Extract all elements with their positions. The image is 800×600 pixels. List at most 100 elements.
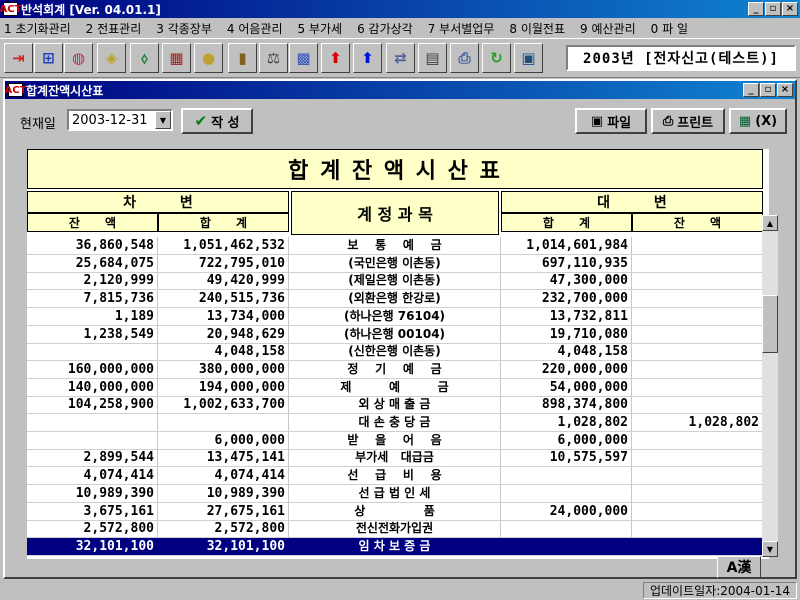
coin-icon[interactable]: ●: [194, 43, 223, 73]
table-row[interactable]: 104,258,900 1,002,633,700 외 상 매 출 금 898,374…: [27, 396, 769, 415]
app-title: 반석회계 [Ver. 04.01.1]: [21, 2, 161, 17]
scroll-down-arrow-icon[interactable]: ▼: [762, 541, 778, 557]
account-name-cell: 부가세 대급금: [289, 449, 501, 467]
refresh-icon[interactable]: ↻: [482, 43, 511, 73]
credit-total-cell: 10,575,597: [501, 449, 632, 467]
calculator-icon[interactable]: ▤: [418, 43, 447, 73]
child-close-button[interactable]: ×: [777, 83, 793, 97]
minimize-button[interactable]: _: [748, 2, 764, 16]
debit-total-header: 합 계: [158, 213, 289, 232]
menu-item-9[interactable]: 9 예산관리: [580, 20, 636, 37]
print-button[interactable]: ⎙ 프린트: [651, 108, 725, 134]
table-row[interactable]: 1,238,549 20,948,629 (하나은행 00104) 19,710,08…: [27, 325, 769, 344]
menu-item-3[interactable]: 3 각종장부: [156, 20, 212, 37]
credit-balance-cell: [632, 396, 763, 414]
debit-total-cell: 722,795,010: [158, 254, 289, 272]
credit-balance-cell: 1,028,802: [632, 414, 763, 431]
report-icon[interactable]: ▣: [514, 43, 543, 73]
table-row[interactable]: 160,000,000 380,000,000 정 기 예 금 220,000,000: [27, 360, 769, 379]
scale-icon[interactable]: ⚖: [259, 43, 288, 73]
menu-item-7[interactable]: 7 부서별업무: [428, 20, 495, 37]
exit-icon: ▦: [738, 113, 752, 129]
table-row[interactable]: 140,000,000 194,000,000 제 예 금 54,000,000: [27, 378, 769, 397]
table-row[interactable]: 36,860,548 1,051,462,532 보 통 예 금 1,014,601,…: [27, 237, 769, 255]
table-row[interactable]: 2,120,999 49,420,999 (제일은행 이촌동) 47,300,000: [27, 272, 769, 291]
account-name-cell: 대 손 충 당 금: [289, 414, 501, 431]
debit-total-cell: 1,002,633,700: [158, 396, 289, 414]
grid-icon[interactable]: ▩: [289, 43, 318, 73]
scroll-thumb[interactable]: [762, 295, 778, 353]
debit-balance-cell: 4,074,414: [27, 467, 158, 485]
book-icon[interactable]: ▮: [228, 43, 257, 73]
globe-icon[interactable]: ◍: [64, 43, 93, 73]
hanja-toggle-button[interactable]: A漢: [717, 556, 761, 578]
table-row[interactable]: 2,899,544 13,475,141 부가세 대급금 10,575,597: [27, 449, 769, 468]
debit-total-cell: 32,101,100: [158, 537, 289, 555]
table-row[interactable]: 대 손 충 당 금 1,028,802 1,028,802: [27, 414, 769, 432]
app-titlebar: ACT 반석회계 [Ver. 04.01.1] _ ▫ ×: [0, 0, 800, 18]
trial-balance-grid: 합 계 잔 액 시 산 표 차 변 잔 액 합 계 계 정 과 목 대 변 합 …: [27, 149, 769, 559]
menu-item-1[interactable]: 1 초기화관리: [4, 20, 71, 37]
child-minimize-button[interactable]: _: [743, 83, 759, 97]
menu-item-8[interactable]: 8 이월전표: [509, 20, 565, 37]
menu-item-2[interactable]: 2 전표관리: [86, 20, 142, 37]
printer-icon[interactable]: ⎙: [450, 43, 479, 73]
credit-balance-cell: [632, 360, 763, 378]
write-button[interactable]: ✔ 작 성: [181, 108, 253, 134]
fiscal-year-display: 2003년 [전자신고(테스트)]: [566, 45, 796, 71]
arrow-up-red-icon[interactable]: ⬆: [321, 43, 350, 73]
account-name-cell: (제일은행 이촌동): [289, 272, 501, 290]
table-row[interactable]: 10,989,390 10,989,390 선 급 법 인 세: [27, 484, 769, 503]
chevron-down-icon[interactable]: ▼: [155, 111, 171, 129]
scroll-up-arrow-icon[interactable]: ▲: [762, 215, 778, 231]
account-name-cell: 외 상 매 출 금: [289, 396, 501, 414]
table-row[interactable]: 2,572,800 2,572,800 전신전화가입권: [27, 520, 769, 539]
menu-item-6[interactable]: 6 감가상각: [357, 20, 413, 37]
exit-button[interactable]: ▦ (X): [729, 108, 787, 134]
menu-item-10[interactable]: 0 파 일: [651, 20, 688, 37]
menu-item-5[interactable]: 5 부가세: [298, 20, 343, 37]
credit-balance-cell: [632, 307, 763, 325]
date-select[interactable]: 2003-12-31 ▼: [67, 109, 173, 131]
debit-balance-cell: [27, 414, 158, 431]
menu-item-4[interactable]: 4 어음관리: [227, 20, 283, 37]
account-name-cell: 선 급 법 인 세: [289, 484, 501, 502]
debit-balance-cell: 36,860,548: [27, 237, 158, 254]
restore-button[interactable]: ▫: [765, 2, 781, 16]
coupon-icon[interactable]: ◈: [97, 43, 126, 73]
vertical-scrollbar[interactable]: ▲ ▼: [762, 215, 778, 557]
arrow-up-blue-icon[interactable]: ⬆: [353, 43, 382, 73]
file-button[interactable]: ▣ 파일: [575, 108, 647, 134]
debit-total-cell: 1,051,462,532: [158, 237, 289, 254]
child-title: 합계잔액시산표: [26, 83, 104, 98]
child-restore-button[interactable]: ▫: [760, 83, 776, 97]
checkmark-icon: ✔: [194, 112, 208, 130]
abacus-icon[interactable]: ▦: [162, 43, 191, 73]
tag-icon[interactable]: ⬨: [130, 43, 159, 73]
credit-total-cell: 697,110,935: [501, 254, 632, 272]
table-row[interactable]: 4,048,158 (신한은행 이촌동) 4,048,158: [27, 343, 769, 362]
debit-total-cell: 49,420,999: [158, 272, 289, 290]
account-name-cell: (하나은행 00104): [289, 325, 501, 343]
credit-balance-cell: [632, 467, 763, 485]
convert-icon[interactable]: ⇄: [386, 43, 415, 73]
credit-total-cell: 220,000,000: [501, 360, 632, 378]
table-row[interactable]: 6,000,000 받 을 어 음 6,000,000: [27, 431, 769, 450]
debit-balance-cell: 160,000,000: [27, 360, 158, 378]
table-row[interactable]: 25,684,075 722,795,010 (국민은행 이촌동) 697,110,9…: [27, 254, 769, 273]
table-row[interactable]: 3,675,161 27,675,161 상 품 24,000,000: [27, 502, 769, 521]
table-row[interactable]: 4,074,414 4,074,414 선 급 비 용: [27, 467, 769, 486]
debit-balance-cell: 2,899,544: [27, 449, 158, 467]
tree-icon[interactable]: ⊞: [34, 43, 63, 73]
exit-icon[interactable]: ⇥: [4, 43, 33, 73]
table-row[interactable]: 7,815,736 240,515,736 (외환은행 한강로) 232,700,00…: [27, 290, 769, 309]
close-button[interactable]: ×: [782, 2, 798, 16]
credit-balance-cell: [632, 343, 763, 361]
debit-balance-cell: 104,258,900: [27, 396, 158, 414]
credit-balance-cell: [632, 378, 763, 396]
debit-total-cell: 380,000,000: [158, 360, 289, 378]
table-row[interactable]: 32,101,100 32,101,100 임 차 보 증 금: [27, 537, 769, 556]
credit-total-cell: 6,000,000: [501, 431, 632, 449]
table-row[interactable]: 1,189 13,734,000 (하나은행 76104) 13,732,811: [27, 307, 769, 326]
credit-balance-header: 잔 액: [632, 213, 763, 232]
